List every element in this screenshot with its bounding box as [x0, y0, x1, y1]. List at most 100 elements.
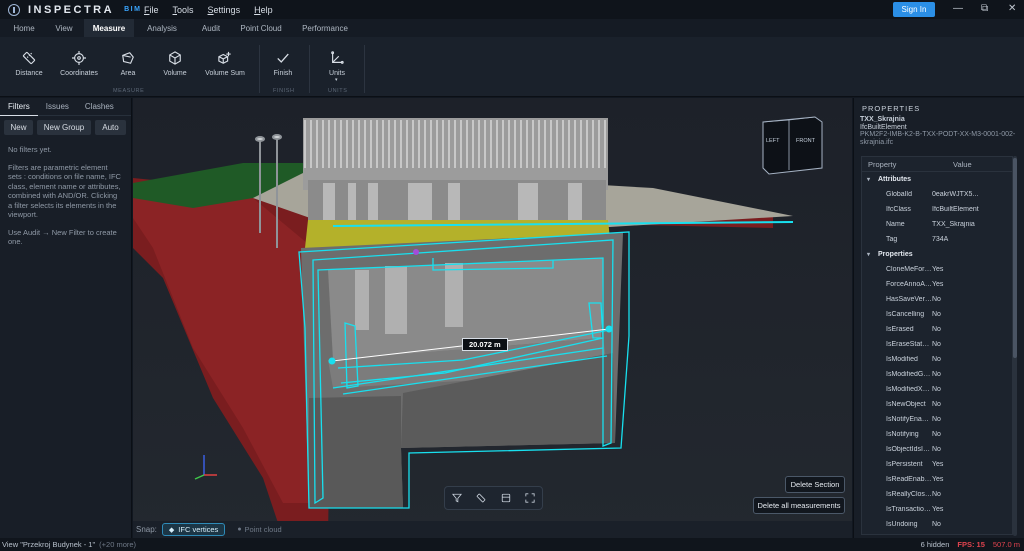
cube-sum-icon — [218, 51, 231, 64]
units-button[interactable]: Units — [312, 51, 362, 77]
property-row[interactable]: IsModifiedGrap...No — [862, 367, 1012, 382]
property-row[interactable]: IsNewObject No — [862, 397, 1012, 412]
property-key: IsTransactionRe... — [886, 506, 932, 513]
volume-label: Volume — [163, 70, 187, 77]
tab-home[interactable]: Home — [4, 19, 44, 37]
property-row[interactable]: IfcClass IfcBuiltElement — [862, 202, 1012, 217]
property-section-header[interactable]: ▾ Attributes — [862, 172, 1012, 187]
menu-item-file[interactable]: File — [144, 5, 159, 15]
tab-analysis[interactable]: Analysis — [134, 19, 190, 37]
property-value: No — [932, 416, 941, 423]
menu-item-help[interactable]: Help — [254, 5, 273, 15]
property-row[interactable]: IsNotifyEnabled No — [862, 412, 1012, 427]
snap-point-cloud-toggle[interactable]: ● Point cloud — [231, 523, 287, 536]
property-key: HasSaveVersion... — [886, 296, 932, 303]
property-row[interactable]: Name TXX_Skrajnia — [862, 217, 1012, 232]
fullscreen-icon[interactable] — [525, 493, 535, 503]
property-value: No — [932, 341, 941, 348]
tab-audit[interactable]: Audit — [190, 19, 232, 37]
delete-section-button[interactable]: Delete Section — [785, 476, 845, 493]
property-key: GlobalId — [886, 191, 913, 198]
status-hidden-count: 6 hidden — [920, 540, 950, 549]
property-key: Tag — [886, 236, 898, 243]
property-row[interactable]: IsObjectIdsInFluxNo — [862, 442, 1012, 457]
volume-sum-button[interactable]: Volume Sum — [200, 51, 250, 77]
section-box-icon[interactable] — [501, 493, 511, 503]
property-row[interactable]: IsCancelling No — [862, 307, 1012, 322]
menu-item-settings[interactable]: Settings — [208, 5, 241, 15]
property-value: TXX_Skrajnia — [932, 221, 975, 228]
property-row[interactable]: HasSaveVersion...No — [862, 292, 1012, 307]
property-row[interactable]: IsErased No — [862, 322, 1012, 337]
property-row[interactable]: Tag 734A — [862, 232, 1012, 247]
tab-filters[interactable]: Filters — [0, 98, 38, 116]
restore-icon[interactable]: ⧉ — [981, 3, 988, 14]
close-icon[interactable]: ✕ — [1008, 3, 1016, 14]
crosshair-icon — [72, 51, 86, 65]
property-row[interactable]: IsReallyClosing No — [862, 487, 1012, 502]
tab-clashes[interactable]: Clashes — [77, 98, 122, 116]
property-row[interactable]: IsTransactionRe...Yes — [862, 502, 1012, 517]
filter-actions: New New Group Auto — [0, 116, 131, 139]
sign-in-button[interactable]: Sign In — [893, 2, 935, 17]
filters-hint-text: Use Audit → New Filter to create one. — [8, 227, 117, 247]
property-value: 0eakrWJTX5... — [932, 191, 979, 198]
distance-button[interactable]: Distance — [4, 51, 54, 77]
property-row[interactable]: IsEraseStatusTo...No — [862, 337, 1012, 352]
area-button[interactable]: Area — [103, 51, 153, 77]
volume-button[interactable]: Volume — [150, 51, 200, 77]
3d-viewport[interactable]: 20.072 m LEFT FRONT — [133, 98, 852, 538]
property-value: No — [932, 371, 941, 378]
cube-icon — [169, 51, 181, 65]
tab-measure[interactable]: Measure — [84, 19, 134, 37]
property-row[interactable]: IsNotifying No — [862, 427, 1012, 442]
group-label-units: UNITS — [328, 88, 348, 94]
property-row[interactable]: IsModifiedXDataNo — [862, 382, 1012, 397]
collapse-chevron-icon[interactable]: ▾ — [862, 176, 878, 183]
snap-option-label: Point cloud — [244, 525, 282, 534]
object-class: IfcBuiltElement — [860, 123, 907, 131]
logo-icon — [8, 3, 20, 16]
tab-performance[interactable]: Performance — [290, 19, 360, 37]
status-distance: 507.0 m — [992, 540, 1020, 549]
check-icon — [277, 53, 289, 63]
property-row[interactable]: IsReadEnabled Yes — [862, 472, 1012, 487]
app-subname: BIM — [124, 6, 142, 13]
property-row[interactable]: IsModified No — [862, 352, 1012, 367]
snap-ifc-vertices-toggle[interactable]: ◆ IFC vertices — [161, 523, 226, 536]
new-group-button[interactable]: New Group — [37, 120, 91, 135]
viewcube-left-face[interactable]: LEFT — [766, 138, 779, 144]
menu-label: ile — [149, 4, 159, 15]
ruler-icon[interactable] — [476, 493, 486, 503]
tab-issues[interactable]: Issues — [38, 98, 77, 116]
property-value: Yes — [932, 281, 944, 288]
measurement-label: 20.072 m — [462, 338, 508, 351]
property-row[interactable]: IsUndoing No — [862, 517, 1012, 532]
collapse-chevron-icon[interactable]: ▾ — [862, 251, 878, 258]
units-label: Units — [329, 70, 345, 77]
scrollbar-thumb[interactable] — [1013, 158, 1017, 358]
property-value: No — [932, 326, 941, 333]
tab-point-cloud[interactable]: Point Cloud — [232, 19, 290, 37]
property-row[interactable]: CloneMeForDra...Yes — [862, 262, 1012, 277]
finish-button[interactable]: Finish — [258, 51, 308, 77]
property-row[interactable]: IsPersistent Yes — [862, 457, 1012, 472]
coordinates-button[interactable]: Coordinates — [54, 51, 104, 77]
tab-view[interactable]: View — [44, 19, 84, 37]
property-row[interactable]: ForceAnnoAllVi...Yes — [862, 277, 1012, 292]
minimize-icon[interactable]: — — [953, 3, 963, 14]
viewcube-front-face[interactable]: FRONT — [796, 138, 815, 144]
property-value: No — [932, 401, 941, 408]
auto-filter-button[interactable]: Auto — [95, 120, 126, 135]
delete-all-measurements-button[interactable]: Delete all measurements — [753, 497, 845, 514]
property-section-header[interactable]: ▾ Properties — [862, 247, 1012, 262]
property-value: No — [932, 311, 941, 318]
new-filter-button[interactable]: New — [4, 120, 33, 135]
units-dropdown-icon[interactable]: ▾ — [335, 77, 338, 83]
menu-item-tools[interactable]: Tools — [173, 5, 194, 15]
status-more: (+20 more) — [99, 540, 137, 549]
property-row[interactable]: GlobalId 0eakrWJTX5... — [862, 187, 1012, 202]
property-value: No — [932, 386, 941, 393]
properties-scrollbar[interactable] — [1013, 156, 1017, 536]
filter-icon[interactable] — [452, 493, 463, 503]
